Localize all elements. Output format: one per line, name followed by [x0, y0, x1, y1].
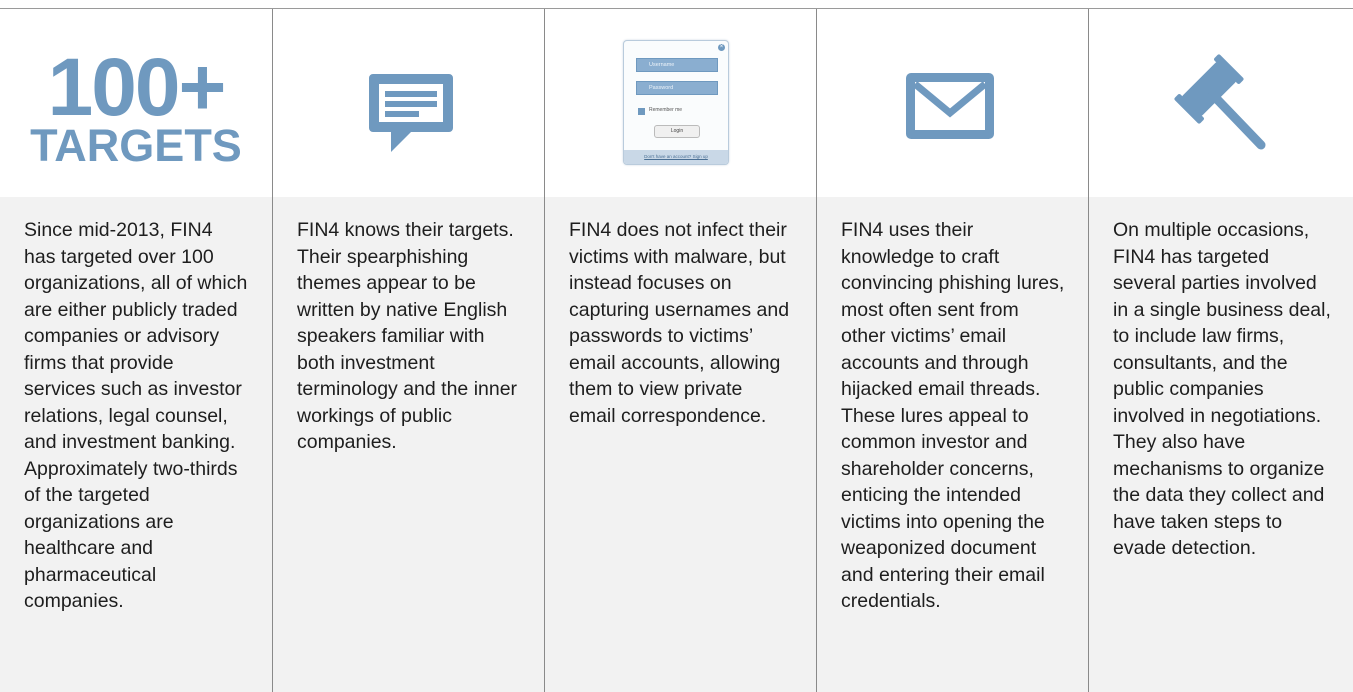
column-header: 100+ TARGETS — [0, 9, 272, 197]
checkbox-icon — [638, 108, 645, 115]
remember-label: Remember me — [649, 107, 683, 113]
envelope-icon — [906, 73, 994, 139]
column-targets: 100+ TARGETS Since mid-2013, FIN4 has ta… — [0, 9, 272, 692]
column-knows-targets: FIN4 knows their targets. Their spearphi… — [273, 9, 544, 692]
login-button: Login — [654, 125, 700, 138]
column-business-deal: On multiple occasions, FIN4 has targeted… — [1089, 9, 1353, 692]
signup-link: Don't have an account? Sign up — [624, 150, 728, 164]
column-header — [273, 9, 544, 197]
column-header — [1089, 9, 1353, 197]
gavel-icon — [1174, 54, 1266, 150]
column-text: FIN4 does not infect their victims with … — [569, 219, 790, 427]
column-header — [817, 9, 1088, 197]
column-text: Since mid-2013, FIN4 has targeted over 1… — [24, 219, 248, 612]
column-header: × Username Password Remember me Login Do… — [545, 9, 816, 197]
close-icon: × — [718, 44, 725, 51]
infographic: 100+ TARGETS Since mid-2013, FIN4 has ta… — [0, 0, 1353, 692]
column-text: FIN4 knows their targets. Their spearphi… — [297, 219, 518, 453]
speech-bubble-icon — [369, 74, 453, 152]
username-field: Username — [636, 58, 718, 72]
column-text: On multiple occasions, FIN4 has targeted… — [1113, 219, 1331, 559]
password-field: Password — [636, 81, 718, 95]
headline-word: TARGETS — [30, 120, 242, 171]
column-text: FIN4 uses their knowledge to craft convi… — [841, 219, 1065, 612]
column-phishing-lures: FIN4 uses their knowledge to craft convi… — [817, 9, 1088, 692]
column-credentials: × Username Password Remember me Login Do… — [545, 9, 816, 692]
login-form-image: × Username Password Remember me Login Do… — [623, 40, 729, 165]
